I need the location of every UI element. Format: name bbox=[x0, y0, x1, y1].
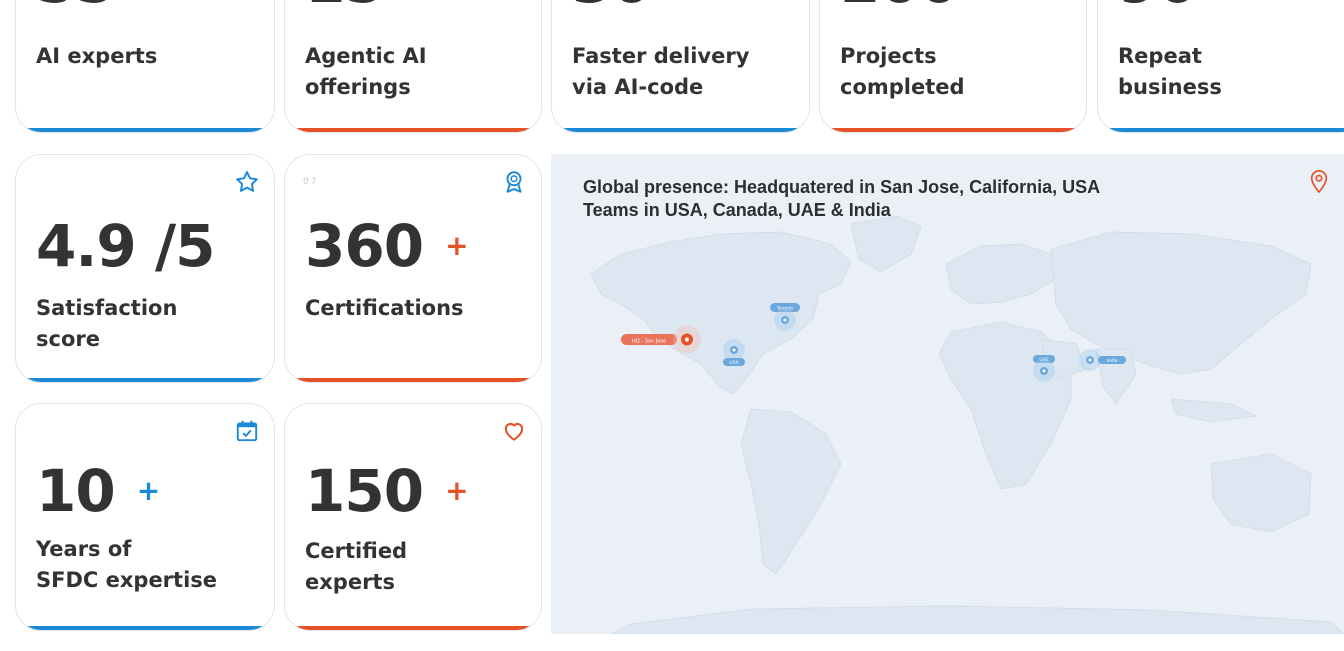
stat-value: 15 bbox=[305, 0, 385, 11]
heart-icon bbox=[504, 423, 524, 441]
map-title: Global presence: Headquatered in San Jos… bbox=[583, 177, 1101, 220]
star-icon bbox=[236, 171, 258, 192]
stat-value: 200+ bbox=[840, 0, 1003, 11]
svg-text:India: India bbox=[1106, 358, 1117, 364]
stat-card-faster-delivery: 30% Faster delivery via AI-code bbox=[551, 0, 810, 133]
stat-value: 30% bbox=[572, 0, 689, 11]
accent-underline bbox=[16, 378, 274, 382]
award-icon bbox=[506, 171, 522, 193]
accent-underline bbox=[285, 626, 541, 630]
stat-value: 90% bbox=[1118, 0, 1235, 11]
stat-label: Projects completed bbox=[840, 44, 965, 99]
stat-suffix: % bbox=[1213, 0, 1235, 1]
accent-underline bbox=[1098, 128, 1344, 132]
stat-card-years: 10 + Years of SFDC expertise bbox=[15, 403, 275, 631]
europe bbox=[945, 243, 1057, 305]
stat-suffix: + bbox=[445, 228, 468, 262]
stat-card-agentic-offerings: 15 Agentic AI offerings bbox=[284, 0, 542, 133]
svg-text:HQ - San Jose: HQ - San Jose bbox=[632, 339, 666, 345]
accent-underline bbox=[820, 128, 1086, 132]
stat-suffix: % bbox=[667, 0, 689, 1]
southeast-asia bbox=[1170, 398, 1258, 423]
south-america bbox=[740, 408, 842, 575]
stat-card-repeat-business: 90% Repeat business bbox=[1097, 0, 1344, 133]
stat-suffix: + bbox=[136, 473, 160, 507]
stat-value: 4.9 /5 bbox=[36, 212, 215, 280]
stat-card-projects: 200+ Projects completed bbox=[819, 0, 1087, 133]
stat-value: 55+ bbox=[36, 0, 159, 11]
stat-label: Certified experts bbox=[305, 539, 408, 594]
australia bbox=[1210, 453, 1312, 533]
stat-label: Satisfaction score bbox=[36, 296, 178, 351]
marker-uae[interactable]: UAE bbox=[1033, 355, 1055, 382]
accent-underline bbox=[552, 128, 809, 132]
marker-usa[interactable]: USA bbox=[723, 339, 745, 366]
stat-card-certified-experts: 150 + Certified experts bbox=[284, 403, 542, 631]
stat-value: 150 + bbox=[305, 457, 469, 525]
greenland bbox=[850, 215, 922, 273]
stat-label: Repeat business bbox=[1118, 44, 1222, 99]
stat-label: Faster delivery via AI-code bbox=[572, 44, 750, 99]
tiny-label: 07 bbox=[303, 177, 319, 187]
accent-underline bbox=[285, 128, 541, 132]
stat-card-ai-experts: 55+ AI experts bbox=[15, 0, 275, 133]
north-america bbox=[590, 231, 852, 395]
stat-value: 10 + bbox=[36, 457, 160, 525]
stat-suffix: + bbox=[445, 473, 468, 507]
stat-card-certifications: 07 360 + Certifications bbox=[284, 154, 542, 383]
stat-value: 360 + bbox=[305, 212, 469, 280]
stat-label: Years of SFDC expertise bbox=[36, 537, 218, 592]
global-presence-map: HQ - San Jose Toronto USA UAE India Glob… bbox=[551, 154, 1344, 634]
accent-underline bbox=[16, 128, 274, 132]
accent-underline bbox=[285, 378, 541, 382]
svg-text:USA: USA bbox=[729, 360, 739, 366]
map-pin-icon bbox=[1310, 170, 1328, 193]
stat-label: Certifications bbox=[305, 296, 464, 320]
stat-label: Agentic AI offerings bbox=[305, 44, 427, 99]
calendar-check-icon bbox=[236, 420, 258, 442]
stat-label: AI experts bbox=[36, 44, 158, 68]
accent-underline bbox=[16, 626, 274, 630]
antarctica bbox=[610, 605, 1344, 634]
stat-card-satisfaction: 4.9 /5 Satisfaction score bbox=[15, 154, 275, 383]
world-map: HQ - San Jose Toronto USA UAE India bbox=[590, 215, 1344, 634]
